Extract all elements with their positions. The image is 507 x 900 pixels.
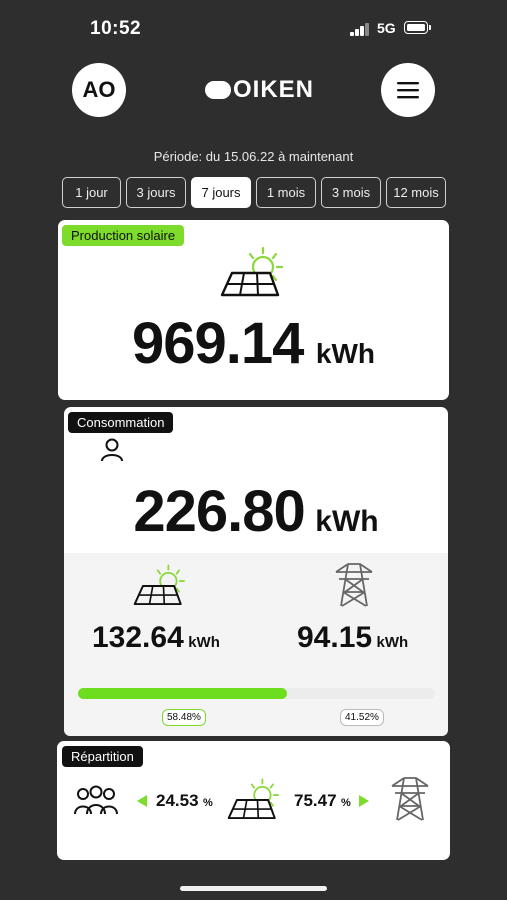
oiken-logo: OIKEN xyxy=(205,76,314,104)
solar-consumption: 132.64 kWh xyxy=(92,621,220,655)
period-text: Période: du 15.06.22 à maintenant xyxy=(153,149,354,164)
solar-consumption-value: 132.64 xyxy=(92,621,184,654)
arrow-right-icon xyxy=(359,795,369,807)
solar-panel-icon xyxy=(227,778,279,820)
tab-12-mois[interactable]: 12 mois xyxy=(386,177,446,208)
logo-mark xyxy=(205,81,231,99)
hamburger-icon xyxy=(397,82,419,99)
consumption-value: 226.80 xyxy=(133,479,305,544)
repartition-left-value: 24.53 xyxy=(156,791,199,810)
tab-7-jours[interactable]: 7 jours xyxy=(191,177,251,208)
production-value: 969.14 xyxy=(132,311,304,376)
home-indicator[interactable] xyxy=(180,886,327,891)
user-icon xyxy=(101,438,123,462)
tab-1-mois[interactable]: 1 mois xyxy=(256,177,316,208)
production-total: 969.14 kWh xyxy=(58,310,449,377)
signal-icon xyxy=(350,22,372,36)
repartition-right-unit: % xyxy=(341,797,351,809)
avatar-button[interactable]: AO xyxy=(72,63,126,117)
solar-consumption-unit: kWh xyxy=(188,634,220,651)
logo-text: OIKEN xyxy=(233,76,315,103)
repartition-label: Répartition xyxy=(62,746,143,767)
production-label: Production solaire xyxy=(62,225,185,246)
consumption-progress-bar xyxy=(78,688,435,699)
network-label: 5G xyxy=(377,20,396,36)
repartition-left-unit: % xyxy=(203,797,213,809)
arrow-left-icon xyxy=(137,795,147,807)
grid-consumption: 94.15 kWh xyxy=(297,621,408,655)
solar-share-fill xyxy=(78,688,287,699)
repartition-left: 24.53 % xyxy=(156,791,213,811)
grid-pct-badge: 41.52% xyxy=(340,709,384,726)
tab-1-jour[interactable]: 1 jour xyxy=(62,177,121,208)
repartition-right-value: 75.47 xyxy=(294,791,337,810)
consumption-total: 226.80 kWh xyxy=(64,478,448,545)
solar-pct-badge: 58.48% xyxy=(162,709,206,726)
menu-button[interactable] xyxy=(381,63,435,117)
avatar-initials: AO xyxy=(82,77,116,102)
power-pylon-icon xyxy=(335,563,373,607)
power-pylon-icon xyxy=(391,777,429,821)
consumption-label: Consommation xyxy=(68,412,174,433)
tab-3-jours[interactable]: 3 jours xyxy=(126,177,186,208)
production-unit: kWh xyxy=(315,338,375,369)
repartition-right: 75.47 % xyxy=(294,791,351,811)
grid-consumption-unit: kWh xyxy=(376,634,409,651)
grid-consumption-value: 94.15 xyxy=(297,621,373,654)
solar-panel-icon xyxy=(133,564,185,606)
solar-panel-icon xyxy=(220,246,284,297)
tab-3-mois[interactable]: 3 mois xyxy=(321,177,381,208)
consumption-unit: kWh xyxy=(315,505,379,538)
status-time: 10:52 xyxy=(90,18,142,39)
battery-icon xyxy=(404,21,431,34)
group-icon xyxy=(74,785,118,815)
